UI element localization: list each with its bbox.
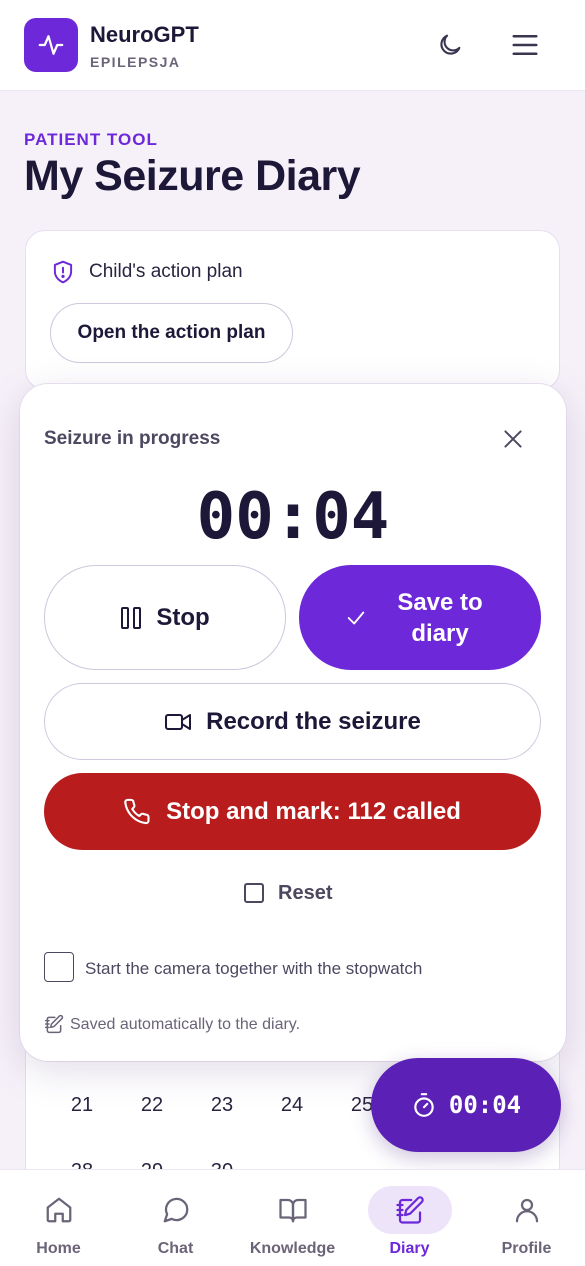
action-plan-card: Child's action plan Open the action plan: [25, 230, 560, 390]
notebook-pen-icon: [44, 1014, 64, 1034]
close-icon[interactable]: [500, 426, 526, 452]
nav-label: Home: [36, 1240, 81, 1257]
reset-button[interactable]: Reset: [244, 878, 344, 908]
open-action-plan-button[interactable]: Open the action plan: [50, 303, 293, 363]
chat-icon: [163, 1197, 188, 1223]
square-icon: [244, 883, 264, 903]
app-logo[interactable]: [24, 18, 78, 72]
autosave-note: Saved automatically to the diary.: [70, 1016, 301, 1033]
floating-timer-value: 00:04: [448, 1091, 522, 1119]
camera-option-label: Start the camera together with the stopw…: [85, 959, 423, 978]
save-label: Save to diary: [397, 588, 483, 647]
nav-item-profile[interactable]: Profile: [468, 1170, 585, 1266]
page-title: My Seizure Diary: [24, 152, 361, 200]
nav-label: Diary: [389, 1240, 430, 1257]
record-label: Record the seizure: [206, 707, 421, 735]
app-subtitle: EPILEPSJA: [90, 54, 181, 70]
menu-icon[interactable]: [510, 30, 540, 60]
nav-label: Chat: [157, 1240, 194, 1257]
nav-item-knowledge[interactable]: Knowledge: [234, 1170, 351, 1266]
home-icon: [46, 1197, 71, 1223]
app-header: NeuroGPT EPILEPSJA: [0, 0, 585, 91]
reset-label: Reset: [278, 881, 333, 904]
calendar-day[interactable]: 22: [132, 1094, 172, 1117]
emergency-112-button[interactable]: Stop and mark: 112 called: [44, 773, 541, 850]
stop-button[interactable]: Stop: [44, 565, 286, 670]
notebook-pen-icon: [395, 1196, 424, 1224]
app-name: NeuroGPT: [90, 22, 199, 47]
moon-icon[interactable]: [436, 31, 464, 59]
calendar-day[interactable]: 24: [272, 1094, 312, 1117]
bottom-navigation: Home Chat Knowledge Diary Profile: [0, 1169, 585, 1266]
page-eyebrow: PATIENT TOOL: [24, 130, 158, 149]
nav-item-diary[interactable]: Diary: [351, 1170, 468, 1266]
action-plan-label: Child's action plan: [89, 261, 243, 282]
emergency-label: Stop and mark: 112 called: [166, 797, 461, 825]
stopwatch-icon: [414, 1093, 434, 1117]
phone-icon: [124, 798, 150, 824]
calendar-day[interactable]: 21: [62, 1094, 102, 1117]
record-seizure-button[interactable]: Record the seizure: [44, 683, 541, 760]
stop-label: Stop: [156, 603, 210, 631]
calendar-day[interactable]: 23: [202, 1094, 242, 1117]
shield-alert-icon: [53, 260, 73, 284]
seizure-timer-sheet: Seizure in progress 00:04 Stop Save to d…: [20, 384, 566, 1061]
nav-item-home[interactable]: Home: [0, 1170, 117, 1266]
check-icon: [347, 611, 365, 624]
sheet-title: Seizure in progress: [44, 428, 221, 449]
book-icon: [278, 1198, 307, 1223]
nav-item-chat[interactable]: Chat: [117, 1170, 234, 1266]
save-to-diary-button[interactable]: Save to diary: [299, 565, 541, 670]
nav-label: Profile: [501, 1240, 552, 1257]
pause-icon: [121, 606, 142, 629]
floating-timer-button[interactable]: 00:04: [371, 1058, 561, 1152]
camera-with-stopwatch-checkbox[interactable]: [44, 952, 74, 982]
video-camera-icon: [165, 713, 192, 730]
user-icon: [515, 1198, 538, 1223]
nav-label: Knowledge: [249, 1240, 336, 1257]
activity-icon: [38, 35, 64, 55]
stopwatch-display: 00:04: [196, 480, 390, 554]
